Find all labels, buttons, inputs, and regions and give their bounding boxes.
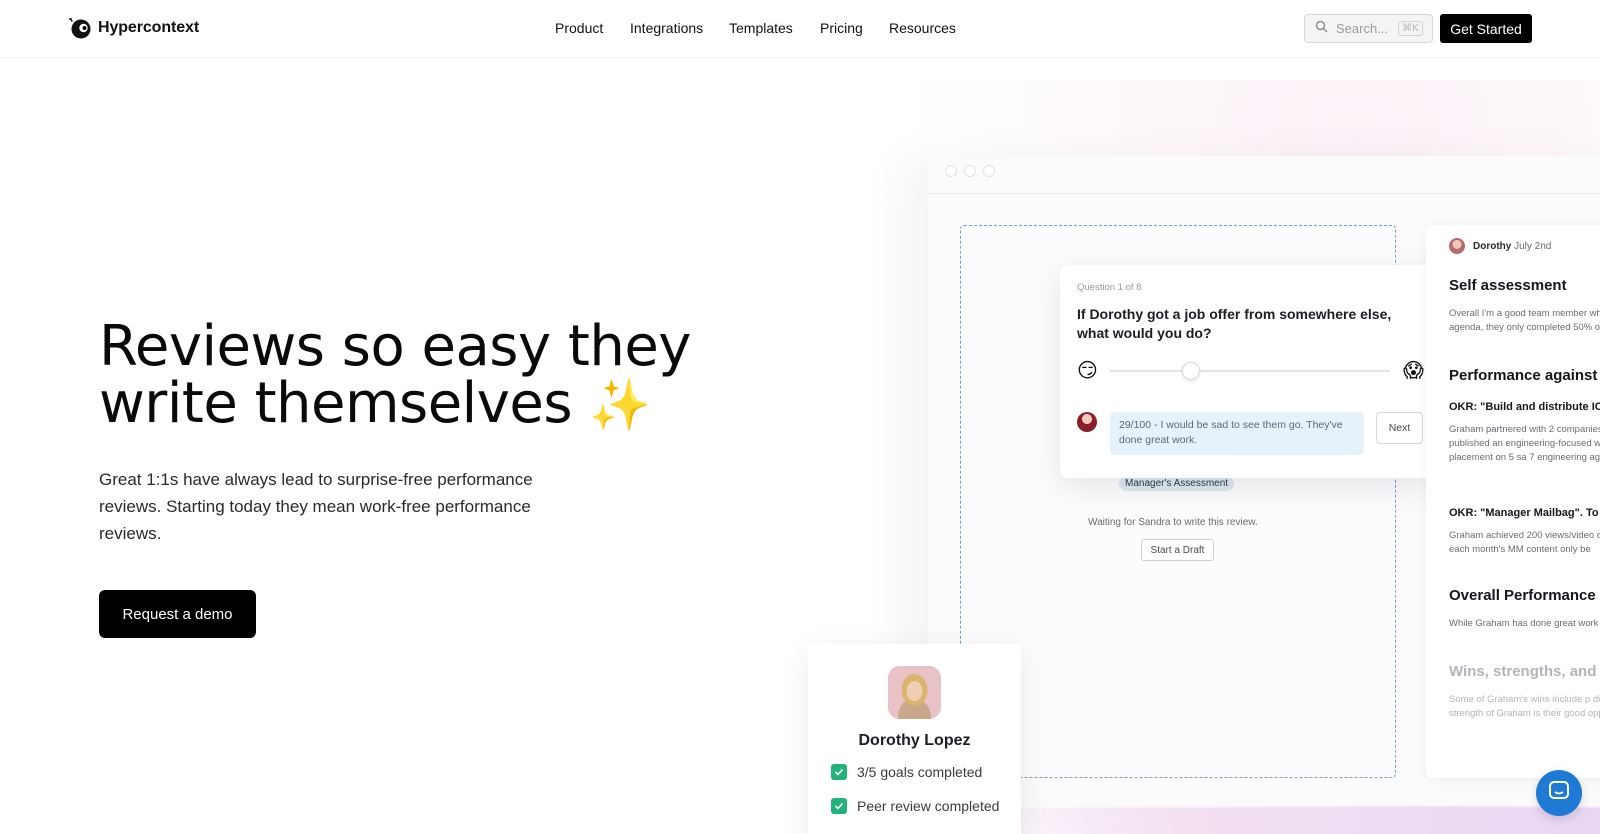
peer-review-status-label: Peer review completed bbox=[857, 798, 1000, 814]
hypercontext-logo-icon bbox=[68, 16, 92, 40]
okr-2-title: OKR: "Manager Mailbag". To bbox=[1449, 507, 1599, 519]
get-started-button[interactable]: Get Started bbox=[1440, 14, 1532, 43]
scream-emoji-icon: 😱 bbox=[1403, 358, 1424, 382]
start-draft-button[interactable]: Start a Draft bbox=[1141, 539, 1214, 561]
profile-card: Dorothy Lopez 3/5 goals completed Peer r… bbox=[808, 644, 1021, 834]
sentiment-slider-track[interactable] bbox=[1110, 370, 1390, 372]
smirk-emoji-icon: 😏 bbox=[1077, 358, 1098, 382]
overall-performance-heading: Overall Performance bbox=[1449, 587, 1596, 604]
hero-title-line-2: write themselves bbox=[99, 371, 573, 436]
hero-subtitle: Great 1:1s have always lead to surprise-… bbox=[99, 470, 533, 543]
manager-assessment-pill: Manager's Assessment bbox=[1119, 476, 1235, 491]
checkmark-icon bbox=[831, 798, 847, 814]
profile-photo bbox=[888, 666, 941, 719]
hero-title-line-2-wrap: write themselves ✨ bbox=[99, 375, 699, 434]
okr-2-text: Graham achieved 200 views/video question… bbox=[1449, 530, 1600, 555]
window-titlebar bbox=[928, 156, 1600, 194]
review-author-row: Dorothy July 2nd bbox=[1449, 238, 1551, 254]
okr-1-text: Graham partnered with 2 companies to rea… bbox=[1449, 424, 1600, 463]
goals-status-label: 3/5 goals completed bbox=[857, 764, 983, 780]
nav-templates[interactable]: Templates bbox=[729, 20, 793, 36]
brand-logo[interactable]: Hypercontext bbox=[68, 16, 199, 40]
answer-bubble[interactable]: 29/100 - I would be sad to see them go. … bbox=[1110, 412, 1364, 455]
performance-heading: Performance against bbox=[1449, 367, 1598, 384]
nav-pricing[interactable]: Pricing bbox=[820, 20, 863, 36]
search-box[interactable]: Search... ⌘K bbox=[1304, 14, 1433, 43]
review-date: July 2nd bbox=[1514, 240, 1552, 252]
wins-heading: Wins, strengths, and bbox=[1449, 663, 1597, 680]
checkmark-icon bbox=[831, 764, 847, 780]
window-dot-icon bbox=[964, 165, 976, 177]
nav-integrations[interactable]: Integrations bbox=[630, 20, 703, 36]
wins-text: Some of Graham's wins include p distribu… bbox=[1449, 694, 1600, 719]
next-button[interactable]: Next bbox=[1376, 412, 1423, 444]
decorative-gradient-strip bbox=[928, 808, 1600, 834]
chat-launcher-button[interactable] bbox=[1536, 770, 1582, 816]
window-dot-icon bbox=[983, 165, 995, 177]
top-navbar: Hypercontext Product Integrations Templa… bbox=[0, 0, 1600, 58]
okr-1-title: OKR: "Build and distribute IC bbox=[1449, 401, 1600, 413]
sentiment-slider-thumb[interactable] bbox=[1182, 362, 1201, 380]
search-placeholder: Search... bbox=[1336, 21, 1389, 36]
request-demo-button[interactable]: Request a demo bbox=[99, 590, 256, 638]
self-assessment-heading: Self assessment bbox=[1449, 277, 1567, 294]
sparkles-icon: ✨ bbox=[589, 376, 652, 434]
search-icon bbox=[1315, 20, 1328, 38]
peer-review-status: Peer review completed bbox=[831, 798, 999, 814]
review-document: Dorothy July 2nd Self assessment Overall… bbox=[1426, 225, 1600, 778]
question-count: Question 1 of 8 bbox=[1077, 282, 1142, 293]
author-name: Dorothy bbox=[1473, 240, 1512, 252]
nav-product[interactable]: Product bbox=[555, 20, 603, 36]
nav-resources[interactable]: Resources bbox=[889, 20, 956, 36]
question-card: Question 1 of 8 If Dorothy got a job off… bbox=[1060, 265, 1441, 478]
hero-title: Reviews so easy they write themselves ✨ bbox=[99, 318, 699, 434]
hero-title-line-1: Reviews so easy they bbox=[99, 314, 691, 379]
review-author: Dorothy July 2nd bbox=[1473, 241, 1551, 252]
window-dot-icon bbox=[945, 165, 957, 177]
goals-status: 3/5 goals completed bbox=[831, 764, 982, 780]
overall-performance-text: While Graham has done great work to be m… bbox=[1449, 618, 1600, 629]
avatar bbox=[1449, 238, 1465, 254]
self-assessment-text: Overall I'm a good team member who contr… bbox=[1449, 308, 1600, 333]
search-shortcut: ⌘K bbox=[1398, 21, 1423, 36]
avatar bbox=[1077, 412, 1097, 432]
brand-name: Hypercontext bbox=[98, 19, 200, 36]
profile-name: Dorothy Lopez bbox=[858, 732, 971, 749]
question-text: If Dorothy got a job offer from somewher… bbox=[1077, 306, 1392, 341]
waiting-text: Waiting for Sandra to write this review. bbox=[1088, 517, 1258, 528]
chat-bubble-icon bbox=[1548, 780, 1570, 807]
